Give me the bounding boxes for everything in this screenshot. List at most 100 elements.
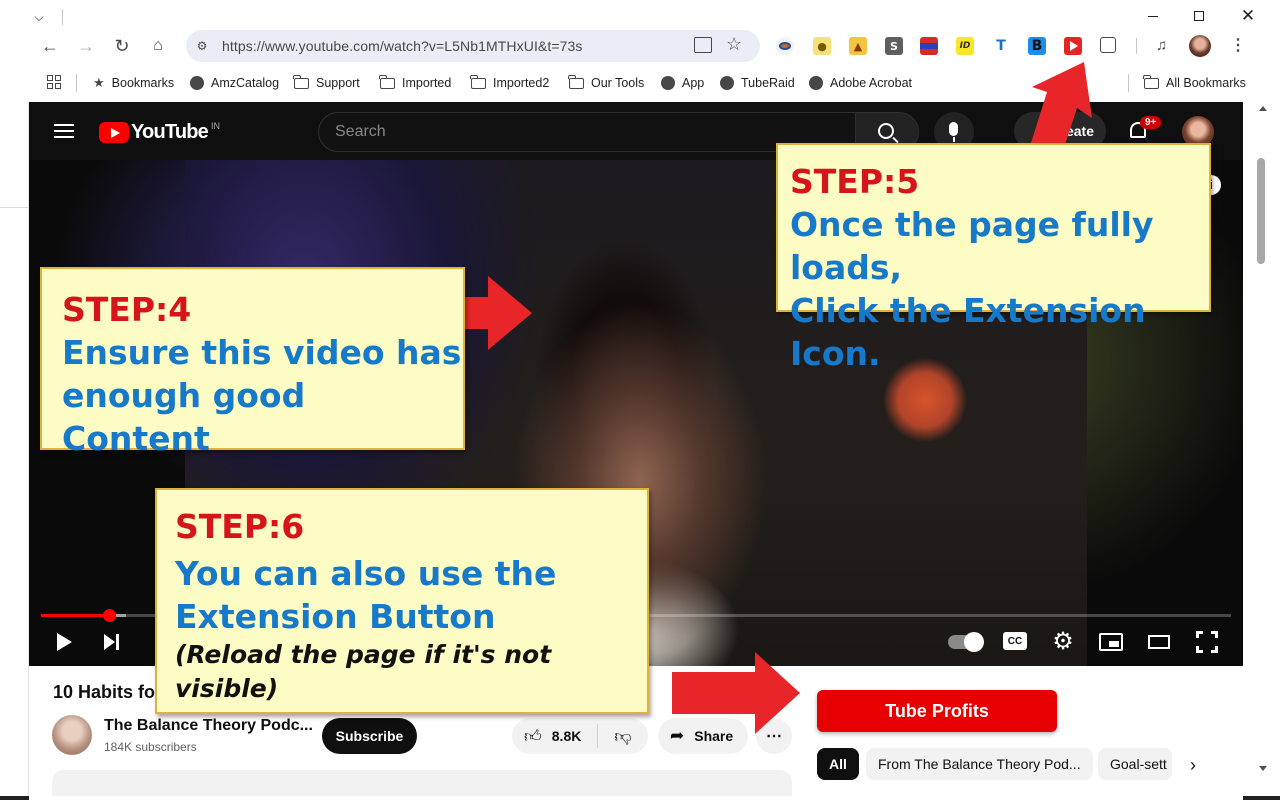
install-app-icon[interactable]	[694, 37, 712, 53]
callout-step5: STEP:5 Once the page fully loads, Click …	[776, 143, 1211, 373]
miniplayer-button[interactable]	[1099, 633, 1123, 651]
play-icon	[56, 633, 72, 651]
eye-extension-icon[interactable]	[776, 37, 794, 55]
home-icon: ⌂	[153, 37, 163, 54]
chip-all[interactable]: All	[817, 748, 859, 780]
profile-avatar[interactable]	[1189, 35, 1211, 57]
address-bar[interactable]: ⚙ https://www.youtube.com/watch?v=L5Nb1M…	[186, 30, 760, 62]
progress-scrubber[interactable]	[103, 609, 116, 622]
chip-from-channel[interactable]: From The Balance Theory Pod...	[866, 748, 1093, 780]
notification-count-badge: 9+	[1140, 116, 1162, 129]
scrollbar-down-arrow[interactable]	[1259, 766, 1267, 771]
browser-menu-icon[interactable]: ⋮	[1230, 36, 1246, 56]
bookmark-amzcatalog[interactable]: AmzCatalog	[190, 71, 279, 95]
flag-extension-icon[interactable]	[920, 37, 938, 55]
settings-button[interactable]: ⚙	[1050, 627, 1076, 655]
t-extension-icon[interactable]: T	[992, 37, 1010, 55]
tube-profits-button[interactable]: Tube Profits	[817, 690, 1057, 732]
folder-icon	[470, 74, 486, 89]
captions-icon: CC	[1007, 635, 1023, 647]
reload-button[interactable]: ↻	[108, 32, 136, 60]
youtube-logo[interactable]: YouTube IN	[99, 121, 220, 144]
description-box-edge	[52, 770, 792, 796]
minimize-icon	[1148, 15, 1158, 17]
bookmark-support[interactable]: Support	[293, 71, 360, 95]
s-extension-icon[interactable]: S	[885, 37, 903, 55]
scrollbar-thumb[interactable]	[1257, 158, 1265, 264]
tab-search-button[interactable]: ⌵	[28, 6, 50, 28]
back-button[interactable]: ←	[36, 32, 64, 60]
more-horizontal-icon: ⋯	[766, 728, 782, 745]
youtube-play-icon	[99, 122, 129, 143]
bookmarks-bar: ★ Bookmarks AmzCatalog Support Imported I…	[0, 64, 1280, 102]
chevron-right-icon: ›	[1190, 754, 1196, 775]
site-info-icon[interactable]: ⚙	[194, 38, 210, 54]
tube-profits-extension-icon[interactable]	[1064, 37, 1082, 55]
chips-next-button[interactable]: ›	[1180, 752, 1206, 778]
folder-icon	[568, 74, 584, 89]
home-button[interactable]: ⌂	[144, 32, 172, 60]
bookmark-our-tools[interactable]: Our Tools	[568, 71, 644, 95]
fullscreen-button[interactable]	[1196, 631, 1218, 653]
folder-icon	[1143, 74, 1159, 89]
more-actions-button[interactable]: ⋯	[756, 718, 792, 754]
arrow-left-icon: ←	[41, 35, 59, 56]
step6-heading: STEP:6	[175, 507, 305, 546]
theater-mode-button[interactable]	[1148, 635, 1170, 649]
toolbar-divider	[1136, 38, 1137, 54]
bookmark-tuberaid[interactable]: TubeRaid	[720, 71, 795, 95]
step4-line2: enough good Content	[62, 376, 306, 458]
captions-button[interactable]: CC	[1003, 632, 1027, 650]
play-button[interactable]	[52, 630, 76, 654]
bookmark-imported2[interactable]: Imported2	[470, 71, 549, 95]
step5-line2: Click the Extension Icon.	[790, 291, 1146, 373]
channel-avatar[interactable]	[52, 715, 92, 755]
subscriber-count: 184K subscribers	[104, 740, 197, 754]
dislike-button[interactable]: 👎︎	[598, 718, 648, 754]
lock-extension-icon[interactable]: ▲	[849, 37, 867, 55]
folder-icon	[293, 74, 309, 89]
callout-step6: STEP:6 You can also use the Extension Bu…	[155, 488, 649, 714]
extensions-area: ● ▲ S ID T B	[774, 34, 1134, 58]
channel-name[interactable]: The Balance Theory Podc...	[104, 717, 313, 735]
step6-line2: Extension Button	[175, 597, 496, 636]
gear-icon: ⚙	[1052, 627, 1074, 655]
globe-icon	[190, 76, 204, 90]
progress-bar-played	[41, 614, 109, 617]
bookmark-star-icon[interactable]: ☆	[726, 34, 742, 55]
thumbs-down-icon: 👎︎	[614, 726, 632, 746]
apps-grid-icon[interactable]	[47, 75, 61, 89]
microphone-icon	[949, 122, 958, 136]
video-title: 10 Habits fo	[53, 682, 156, 702]
globe-icon	[661, 76, 675, 90]
bookmark-adobe-acrobat[interactable]: Adobe Acrobat	[809, 71, 912, 95]
id-extension-icon[interactable]: ID	[956, 37, 974, 55]
scrollbar-up-arrow[interactable]	[1259, 106, 1267, 111]
autoplay-toggle[interactable]	[948, 632, 984, 652]
next-button[interactable]	[99, 630, 123, 654]
autoplay-play-icon	[964, 632, 984, 652]
bookmark-imported[interactable]: Imported	[379, 71, 451, 95]
step6-line1: You can also use the	[175, 554, 557, 593]
globe-icon	[809, 76, 823, 90]
media-control-icon[interactable]: ♫	[1156, 37, 1174, 55]
forward-button[interactable]: →	[72, 32, 100, 60]
page-scrollbar[interactable]	[1243, 102, 1280, 800]
search-icon	[878, 123, 894, 139]
miniplayer-icon	[1109, 641, 1119, 647]
chevron-down-icon: ⌵	[34, 9, 44, 24]
bookmark-app[interactable]: App	[661, 71, 704, 95]
like-button[interactable]: 👍︎ 8.8K	[512, 718, 598, 754]
fullscreen-icon	[1196, 631, 1203, 638]
bulb-extension-icon[interactable]: ●	[813, 37, 831, 55]
step5-heading: STEP:5	[790, 162, 920, 201]
all-bookmarks-folder[interactable]: All Bookmarks	[1143, 71, 1246, 95]
chip-goal-setting[interactable]: Goal-sett	[1098, 748, 1172, 780]
share-button[interactable]: ➦ Share	[658, 718, 748, 754]
bookmark-bookmarks[interactable]: ★ Bookmarks	[93, 71, 174, 95]
b-extension-icon[interactable]: B	[1028, 37, 1046, 55]
hamburger-menu-icon[interactable]	[54, 124, 74, 138]
puzzle-extensions-icon[interactable]	[1100, 37, 1116, 53]
subscribe-button[interactable]: Subscribe	[322, 718, 417, 754]
notifications-button[interactable]: 9+	[1126, 116, 1162, 144]
